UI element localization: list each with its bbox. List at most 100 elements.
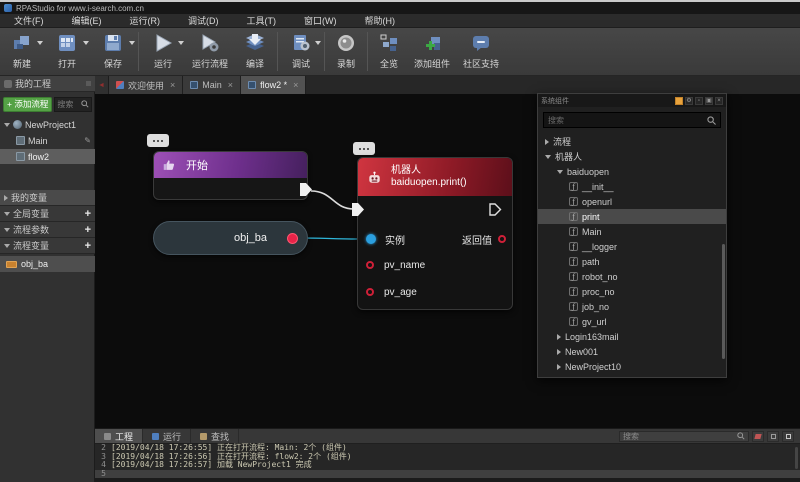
project-search-box[interactable] (54, 97, 92, 112)
robot-node[interactable]: 机器人 baiduopen.print() 实例 返回值 pv_name pv_… (357, 157, 513, 310)
overview-button[interactable]: 全览 (370, 28, 408, 75)
tree-item-init[interactable]: ƒ__init__ (538, 179, 726, 194)
tab-welcome[interactable]: 欢迎使用 × (109, 76, 183, 94)
expand-log-button[interactable] (782, 431, 794, 442)
new-button[interactable]: 新建 (0, 28, 44, 75)
run-button[interactable]: 运行 (141, 28, 185, 75)
component-panel-header[interactable]: 系统组件 ⚙ ▫ ▣ × (538, 94, 726, 107)
toolbar-separator (367, 32, 368, 71)
gear-icon[interactable]: ⚙ (685, 97, 693, 105)
tree-item-login163mail[interactable]: Login163mail (538, 329, 726, 344)
tab-main[interactable]: Main × (183, 76, 241, 94)
tree-item-newproject10[interactable]: NewProject10 (538, 359, 726, 374)
debug-dropdown-arrow[interactable] (315, 41, 321, 45)
close-tab-icon[interactable]: × (228, 80, 233, 90)
run-flow-button[interactable]: 运行流程 (185, 28, 235, 75)
pin-icon[interactable] (675, 97, 683, 105)
menu-edit[interactable]: 编辑(E) (58, 14, 116, 28)
close-icon[interactable]: × (715, 97, 723, 105)
flow-edit-icon[interactable]: ✎ (84, 136, 91, 145)
comment-icon[interactable] (353, 142, 375, 155)
param-input-port[interactable] (366, 288, 374, 296)
log-search-input[interactable] (623, 432, 737, 441)
add-flow-button[interactable]: + 添加流程 (3, 97, 52, 112)
tree-item-openurl[interactable]: ƒopenurl (538, 194, 726, 209)
tree-item-main[interactable]: ƒMain (538, 224, 726, 239)
debug-button[interactable]: 调试 (280, 28, 322, 75)
output-tab-run[interactable]: 运行 (143, 429, 191, 443)
log-lines[interactable]: 2 [2019/04/18 17:26:55] 正在打开流程: Main: 2个… (95, 444, 800, 479)
robot-input-port[interactable] (352, 203, 365, 216)
project-tree-root[interactable]: NewProject1 (0, 117, 95, 132)
start-output-port[interactable] (300, 183, 313, 196)
variable-group-params[interactable]: 流程参数 + (0, 222, 95, 238)
tree-item-gv-url[interactable]: ƒgv_url (538, 314, 726, 329)
save-button[interactable]: 保存 (90, 28, 136, 75)
output-tab-find[interactable]: 查找 (191, 429, 239, 443)
menu-help[interactable]: 帮助(H) (351, 14, 410, 28)
close-tab-icon[interactable]: × (293, 80, 298, 90)
open-dropdown-arrow[interactable] (83, 41, 89, 45)
close-tab-icon[interactable]: × (170, 80, 175, 90)
add-variable-button[interactable]: + (85, 225, 91, 235)
output-tab-project[interactable]: 工程 (95, 429, 143, 443)
menu-file[interactable]: 文件(F) (0, 14, 58, 28)
record-button[interactable]: 录制 (327, 28, 365, 75)
menu-run[interactable]: 运行(R) (116, 14, 175, 28)
dock-icon[interactable]: ▫ (695, 97, 703, 105)
menu-tools[interactable]: 工具(T) (233, 14, 291, 28)
flow-tab-icon (248, 81, 256, 89)
menu-debug[interactable]: 调试(D) (174, 14, 233, 28)
return-output-port[interactable] (498, 235, 506, 243)
variable-node-obj-ba[interactable]: obj_ba (153, 221, 308, 255)
variable-output-port[interactable] (287, 233, 298, 244)
new-dropdown-arrow[interactable] (37, 41, 43, 45)
add-variable-button[interactable]: + (85, 241, 91, 251)
maximize-icon[interactable]: ▣ (705, 97, 713, 105)
project-search-input[interactable] (57, 100, 81, 109)
variable-group-flow[interactable]: 流程变量 + (0, 238, 95, 254)
community-support-button[interactable]: 社区支持 (456, 28, 506, 75)
log-search-box[interactable] (619, 431, 749, 442)
add-variable-button[interactable]: + (85, 209, 91, 219)
variable-group-global[interactable]: 全局变量 + (0, 206, 95, 222)
scrollbar-thumb[interactable] (795, 447, 798, 469)
tree-item-logger[interactable]: ƒ__logger (538, 239, 726, 254)
tree-item-new001[interactable]: New001 (538, 344, 726, 359)
variables-panel-header[interactable]: 我的变量 (0, 190, 95, 206)
comment-icon[interactable] (147, 134, 169, 147)
compile-button[interactable]: 编译 (235, 28, 275, 75)
tree-item-flows[interactable]: 流程 (538, 134, 726, 149)
clear-log-button[interactable] (752, 431, 764, 442)
flow-item-flow2[interactable]: flow2 (0, 149, 95, 164)
word-wrap-button[interactable] (767, 431, 779, 442)
open-button[interactable]: 打开 (44, 28, 90, 75)
function-icon: ƒ (569, 212, 578, 221)
app-logo-icon (4, 4, 12, 12)
tab-flow2[interactable]: flow2 * × (241, 76, 306, 94)
tab-scroll-left-button[interactable]: ◄ (95, 76, 109, 94)
function-icon: ƒ (569, 197, 578, 206)
variable-item-obj-ba[interactable]: obj_ba (0, 256, 95, 272)
scrollbar-thumb[interactable] (722, 244, 725, 359)
component-search-input[interactable] (548, 116, 707, 125)
project-panel-menu-icon[interactable] (86, 81, 91, 86)
flow-item-main[interactable]: Main ✎ (0, 133, 95, 148)
menu-window[interactable]: 窗口(W) (290, 14, 351, 28)
instance-input-port[interactable] (366, 234, 376, 244)
add-component-button[interactable]: 添加组件 (408, 28, 456, 75)
tree-item-print[interactable]: ƒprint (538, 209, 726, 224)
robot-output-port[interactable] (489, 203, 502, 216)
tree-item-path[interactable]: ƒpath (538, 254, 726, 269)
component-search-box[interactable] (543, 112, 721, 128)
tree-item-baiduopen[interactable]: baiduopen (538, 164, 726, 179)
run-dropdown-arrow[interactable] (178, 41, 184, 45)
tree-item-robot-no[interactable]: ƒrobot_no (538, 269, 726, 284)
param-input-port[interactable] (366, 261, 374, 269)
tree-item-robots[interactable]: 机器人 (538, 149, 726, 164)
expand-arrow-icon[interactable] (4, 123, 10, 127)
start-node[interactable]: 开始 (153, 151, 308, 200)
tree-item-proc-no[interactable]: ƒproc_no (538, 284, 726, 299)
save-dropdown-arrow[interactable] (129, 41, 135, 45)
tree-item-job-no[interactable]: ƒjob_no (538, 299, 726, 314)
